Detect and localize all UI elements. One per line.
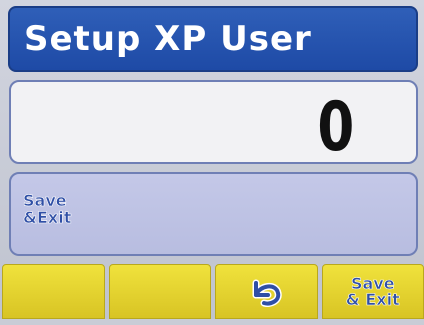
value-display: 0 — [9, 80, 418, 164]
menu-item-save-exit[interactable]: Save &Exit — [23, 192, 71, 226]
back-arrow-icon — [246, 259, 286, 325]
page-title: Setup XP User — [24, 19, 312, 59]
softkey-back[interactable] — [215, 264, 318, 319]
softkey-save-exit-label: Save & Exit — [346, 276, 400, 308]
device-screen: Setup XP User 0 Save &Exit Save & Exit — [0, 0, 424, 319]
page-title-bar: Setup XP User — [8, 6, 418, 72]
user-value: 0 — [317, 88, 354, 167]
softkey-2[interactable] — [109, 264, 212, 319]
softkey-1[interactable] — [2, 264, 105, 319]
softkey-save-exit[interactable]: Save & Exit — [322, 264, 424, 319]
softkey-bar: Save & Exit — [0, 264, 424, 319]
menu-panel: Save &Exit — [9, 172, 418, 256]
